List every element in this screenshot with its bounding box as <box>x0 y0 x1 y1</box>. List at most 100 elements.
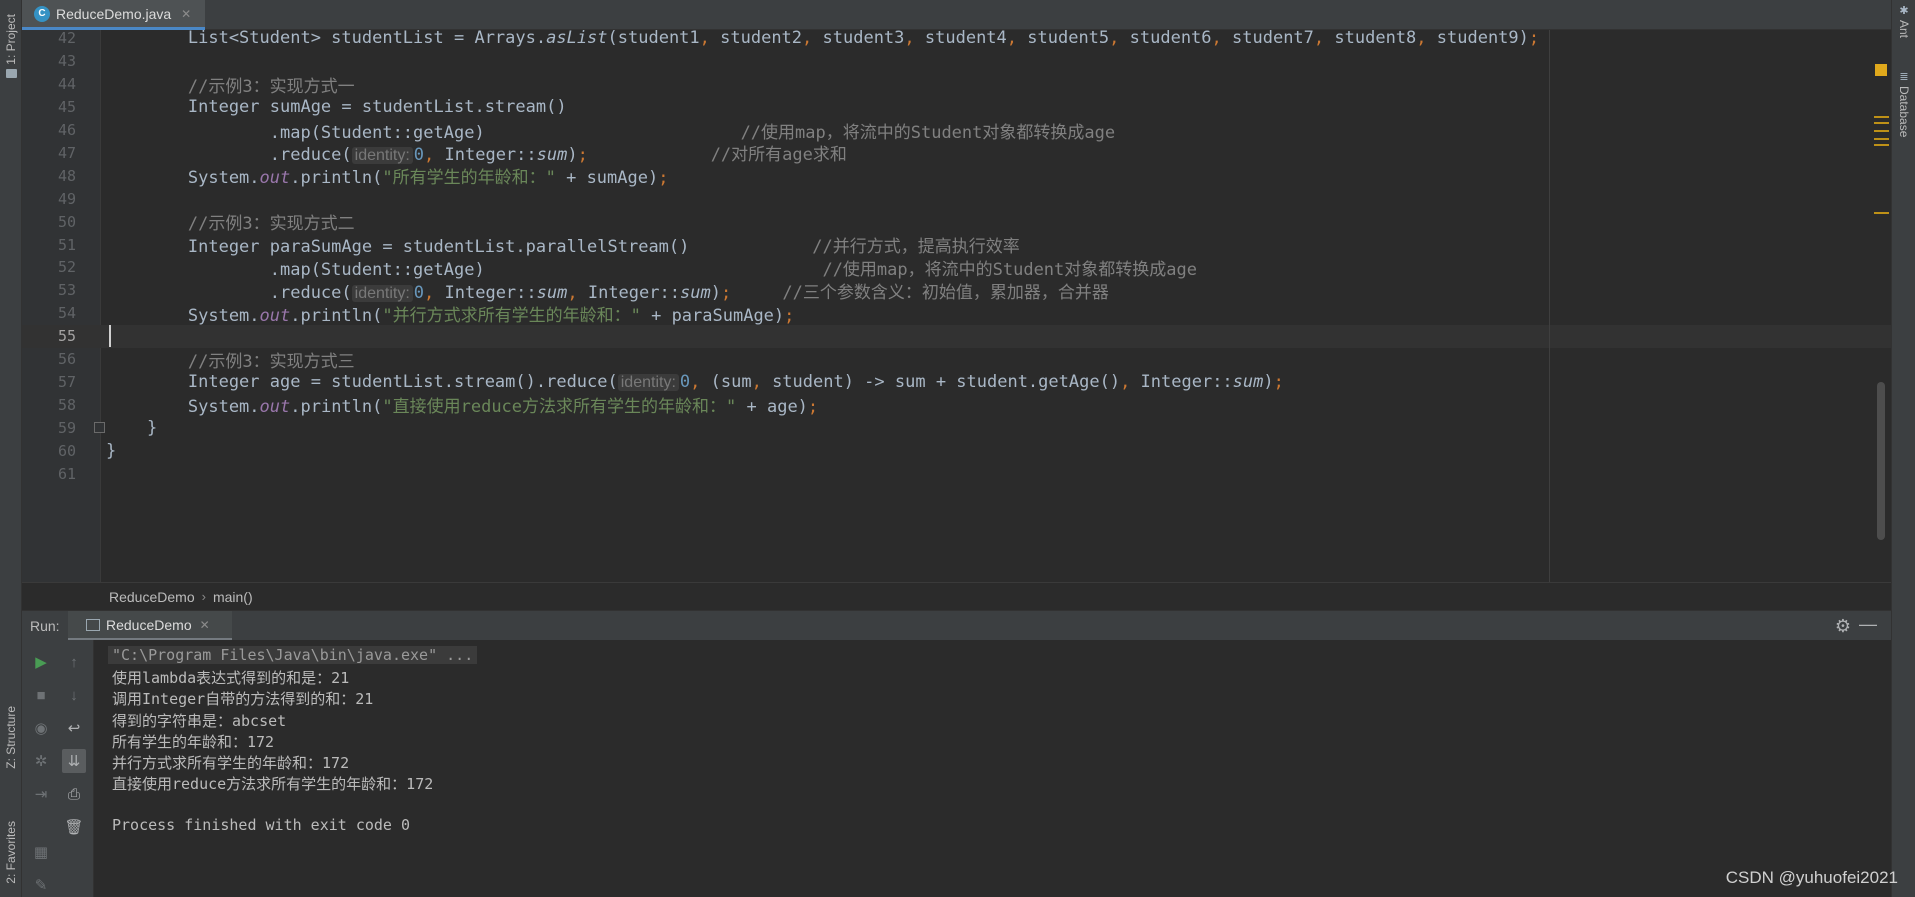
code-line[interactable]: 49 <box>22 187 1891 210</box>
code-token: System. <box>106 168 260 189</box>
run-tab-reducedemo[interactable]: ReduceDemo ✕ <box>68 611 232 641</box>
code-line[interactable]: 45 Integer sumAge = studentList.stream() <box>22 96 1891 119</box>
console-output-line: 直接使用reduce方法求所有学生的年龄和：172 <box>112 775 434 794</box>
code-text: System.out.println("直接使用reduce方法求所有学生的年龄… <box>106 392 818 417</box>
database-icon: ≣ <box>1899 71 1909 83</box>
code-token: List<Student> studentList = Arrays. <box>106 30 547 49</box>
layout-icon[interactable]: ▦ <box>29 840 53 864</box>
warning-stripe-marker[interactable] <box>1874 116 1889 118</box>
soft-wrap-icon[interactable]: ↩ <box>62 716 86 740</box>
code-text: //示例3：实现方式三 <box>106 347 355 372</box>
up-arrow-icon[interactable]: ↑ <box>62 650 86 674</box>
code-line[interactable]: 59 } <box>22 416 1891 439</box>
close-tab-icon[interactable]: ✕ <box>181 7 191 21</box>
line-number: 46 <box>57 121 76 140</box>
editor-scrollbar-thumb[interactable] <box>1877 382 1885 540</box>
code-line[interactable]: 60} <box>22 439 1891 462</box>
project-tool-tab[interactable]: 1: Project <box>1 6 21 86</box>
line-number: 48 <box>57 166 76 185</box>
code-line[interactable]: 57 Integer age = studentList.stream().re… <box>22 371 1891 394</box>
breadcrumb-item[interactable]: ReduceDemo <box>109 589 195 605</box>
warning-stripe-marker[interactable] <box>1874 144 1889 146</box>
code-token: asList <box>546 30 608 49</box>
favorites-tool-tab[interactable]: 2: Favorites <box>1 810 21 895</box>
code-line[interactable]: 46 .map(Student::getAge) //使用map，将流中的Stu… <box>22 118 1891 143</box>
code-line[interactable]: 52 .map(Student::getAge) //使用map，将流中的Stu… <box>22 255 1891 280</box>
structure-tool-tab[interactable]: Z: Structure <box>1 690 21 785</box>
code-line[interactable]: 44 //示例3：实现方式一 <box>22 72 1891 97</box>
right-margin-guide <box>1549 30 1550 582</box>
run-panel-label: Run: <box>30 617 60 634</box>
code-token: , <box>1416 30 1437 49</box>
down-arrow-icon[interactable]: ↓ <box>62 683 86 707</box>
code-editor[interactable]: 42 List<Student> studentList = Arrays.as… <box>22 30 1891 582</box>
rerun-icon[interactable]: ▶ <box>29 650 53 674</box>
text-caret <box>109 324 111 347</box>
pin-icon[interactable]: ✎ <box>29 873 53 897</box>
camera-icon[interactable]: ◉ <box>29 716 53 740</box>
code-token: //对所有age求和 <box>710 145 847 166</box>
settings-icon[interactable]: ✲ <box>29 749 53 773</box>
code-text: Integer age = studentList.stream().reduc… <box>106 372 1284 392</box>
breadcrumb-item[interactable]: main() <box>213 589 253 605</box>
exit-icon[interactable]: ⇥ <box>29 782 53 806</box>
code-line[interactable]: 56 //示例3：实现方式三 <box>22 347 1891 372</box>
code-line[interactable]: 61 <box>22 462 1891 485</box>
code-token: Integer age = studentList.stream().reduc… <box>106 371 618 392</box>
close-run-tab-icon[interactable]: ✕ <box>200 618 210 632</box>
ant-tool-tab[interactable]: ✱ Ant <box>1895 6 1913 39</box>
code-line[interactable]: 55 <box>22 324 1891 348</box>
code-line[interactable]: 50 //示例3：实现方式二 <box>22 210 1891 235</box>
console-output-line: 并行方式求所有学生的年龄和：172 <box>112 754 350 772</box>
fold-marker-icon[interactable] <box>94 422 105 434</box>
database-tool-tab[interactable]: ≣ Database <box>1895 71 1913 138</box>
warning-stripe-marker[interactable] <box>1874 122 1889 124</box>
warning-stripe-marker[interactable] <box>1874 212 1889 214</box>
run-console[interactable]: "C:\Program Files\Java\bin\java.exe" ...… <box>94 640 1891 897</box>
line-number: 57 <box>57 372 76 391</box>
code-line[interactable]: 54 System.out.println("并行方式求所有学生的年龄和：" +… <box>22 302 1891 326</box>
code-token: System. <box>106 305 260 326</box>
line-number: 51 <box>57 235 76 254</box>
code-token: student5 <box>1027 30 1110 49</box>
code-token: System. <box>106 397 260 418</box>
code-token: , <box>751 371 773 392</box>
minimize-icon[interactable]: — <box>1859 614 1877 635</box>
code-text: //示例3：实现方式一 <box>106 72 355 97</box>
warning-indicator[interactable] <box>1875 64 1887 76</box>
code-token: , <box>1211 30 1233 49</box>
line-number: 42 <box>57 30 76 48</box>
code-token: + age) <box>736 397 808 418</box>
code-token: , <box>1006 30 1028 49</box>
editor-tab-reducedemo[interactable]: C ReduceDemo.java ✕ <box>22 0 205 30</box>
warning-stripe-marker[interactable] <box>1874 130 1889 132</box>
print-icon[interactable]: ⎙ <box>62 782 86 806</box>
code-line[interactable]: 48 System.out.println("所有学生的年龄和：" + sumA… <box>22 164 1891 189</box>
line-number: 56 <box>57 350 76 369</box>
code-line[interactable]: 43 <box>22 50 1891 73</box>
console-output-line: 使用lambda表达式得到的和是：21 <box>112 669 350 688</box>
code-token: .println( <box>290 305 383 326</box>
code-token: , <box>699 30 721 49</box>
code-text: List<Student> studentList = Arrays.asLis… <box>106 30 1539 48</box>
line-number: 60 <box>57 441 76 460</box>
code-line[interactable]: 58 System.out.println("直接使用reduce方法求所有学生… <box>22 392 1891 418</box>
code-text: .reduce(identity: 0, Integer::sum); //对所有… <box>106 140 847 165</box>
code-line[interactable]: 42 List<Student> studentList = Arrays.as… <box>22 30 1891 50</box>
warning-stripe-marker[interactable] <box>1874 138 1889 140</box>
code-text: .map(Student::getAge) //使用map，将流中的Studen… <box>106 118 1115 143</box>
code-line[interactable]: 51 Integer paraSumAge = studentList.para… <box>22 233 1891 258</box>
code-token: Integer sumAge = studentList.stream() <box>106 97 567 118</box>
code-text: .map(Student::getAge) //使用map，将流中的Studen… <box>106 255 1197 280</box>
code-token: ) <box>1263 371 1274 392</box>
line-number: 54 <box>57 304 76 323</box>
console-command-line: "C:\Program Files\Java\bin\java.exe" ... <box>108 646 478 664</box>
code-line[interactable]: 47 .reduce(identity: 0, Integer::sum); //… <box>22 140 1891 166</box>
stop-icon[interactable]: ■ <box>29 683 53 707</box>
trash-icon[interactable]: 🗑 <box>62 815 86 839</box>
code-token: .println( <box>290 168 383 189</box>
gear-icon[interactable]: ⚙ <box>1835 616 1851 637</box>
code-line[interactable]: 53 .reduce(identity: 0, Integer::sum, Int… <box>22 279 1891 303</box>
scroll-to-end-icon[interactable]: ⇊ <box>62 749 86 773</box>
code-token: out <box>259 168 291 189</box>
